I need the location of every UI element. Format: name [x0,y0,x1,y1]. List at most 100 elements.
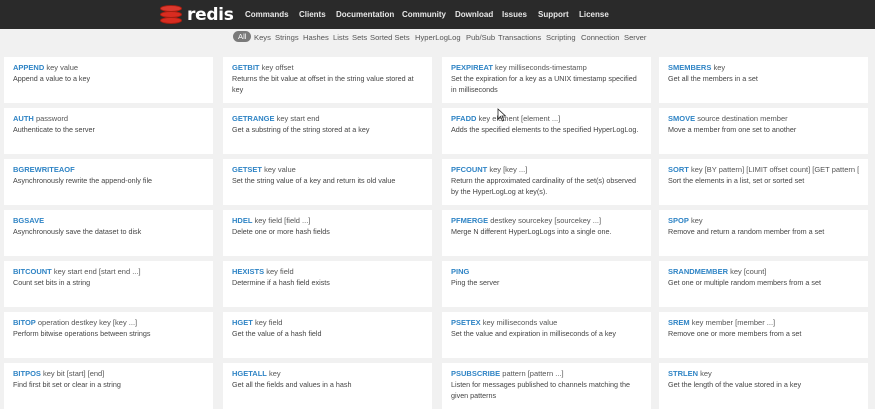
filter-transactions[interactable]: Transactions [498,33,541,42]
command-description: Returns the bit value at offset in the s… [232,74,414,94]
command-card[interactable]: SORT key [BY pattern] [LIMIT offset coun… [659,159,868,205]
command-card[interactable]: BGSAVE Asynchronously save the dataset t… [4,210,213,256]
command-card[interactable]: BITOP operation destkey key [key ...] Per… [4,312,213,358]
filter-hashes[interactable]: Hashes [303,33,329,42]
command-card[interactable]: PFCOUNT key [key ...] Return the approxim… [442,159,651,205]
command-description: Merge N different HyperLogLogs into a si… [451,227,612,236]
command-card[interactable]: PING Ping the server [442,261,651,307]
filter-sets[interactable]: Sets [352,33,367,42]
command-description: Set the expiration for a key as a UNIX t… [451,74,637,94]
nav-license[interactable]: License [579,10,609,19]
command-name[interactable]: PFMERGE [451,216,488,225]
filter-keys[interactable]: Keys [254,33,271,42]
filter-server[interactable]: Server [624,33,646,42]
command-card[interactable]: HGET key field Get the value of a hash fi… [223,312,432,358]
command-args: key [key ...] [489,165,528,174]
command-card[interactable]: GETSET key value Set the string value of … [223,159,432,205]
command-card[interactable]: SPOP key Remove and return a random membe… [659,210,868,256]
command-name[interactable]: HGETALL [232,369,267,378]
command-card[interactable]: STRLEN key Get the length of the value st… [659,363,868,409]
command-name[interactable]: HDEL [232,216,252,225]
command-card[interactable]: SRANDMEMBER key [count] Get one or multip… [659,261,868,307]
filter-hyperloglog[interactable]: HyperLogLog [415,33,461,42]
filter-sorted-sets[interactable]: Sorted Sets [370,33,410,42]
command-args: key milliseconds-timestamp [495,63,587,72]
command-name[interactable]: SMOVE [668,114,695,123]
command-description: Determine if a hash field exists [232,278,330,287]
command-name[interactable]: PFCOUNT [451,165,487,174]
command-name[interactable]: BITPOS [13,369,41,378]
command-name[interactable]: HEXISTS [232,267,264,276]
command-name[interactable]: APPEND [13,63,44,72]
command-card[interactable]: HDEL key field [field ...] Delete one or … [223,210,432,256]
command-signature: BGREWRITEAOF [13,165,204,175]
nav-community[interactable]: Community [402,10,446,19]
command-description: Delete one or more hash fields [232,227,330,236]
command-card[interactable]: BGREWRITEAOF Asynchronously rewrite the … [4,159,213,205]
command-description: Get one or multiple random members from … [668,278,821,287]
command-signature: HGET key field [232,318,423,328]
command-args: key element [element ...] [478,114,561,123]
command-card[interactable]: BITCOUNT key start end [start end ...] Co… [4,261,213,307]
nav-issues[interactable]: Issues [502,10,527,19]
command-description: Get a substring of the string stored at … [232,125,370,134]
nav-documentation[interactable]: Documentation [336,10,394,19]
command-card[interactable]: GETBIT key offset Returns the bit value a… [223,57,432,103]
command-name[interactable]: SPOP [668,216,689,225]
command-name[interactable]: PING [451,267,469,276]
command-name[interactable]: BGSAVE [13,216,44,225]
filter-all[interactable]: All [233,31,252,42]
command-name[interactable]: BITCOUNT [13,267,52,276]
nav-clients[interactable]: Clients [299,10,326,19]
command-description: Set the string value of a key and return… [232,176,396,185]
command-name[interactable]: BGREWRITEAOF [13,165,75,174]
command-args: key offset [261,63,294,72]
command-card[interactable]: GETRANGE key start end Get a substring of… [223,108,432,154]
nav-commands[interactable]: Commands [245,10,289,19]
command-signature: HEXISTS key field [232,267,423,277]
command-name[interactable]: SORT [668,165,689,174]
command-name[interactable]: SREM [668,318,690,327]
command-name[interactable]: AUTH [13,114,34,123]
nav-support[interactable]: Support [538,10,569,19]
filter-pubsub[interactable]: Pub/Sub [466,33,495,42]
command-card[interactable]: BITPOS key bit [start] [end] Find first b… [4,363,213,409]
command-signature: SRANDMEMBER key [count] [668,267,859,277]
command-card[interactable]: PEXPIREAT key milliseconds-timestamp Set … [442,57,651,103]
command-args: key value [264,165,296,174]
command-card[interactable]: PSUBSCRIBE pattern [pattern ...] Listen f… [442,363,651,409]
filter-lists[interactable]: Lists [333,33,349,42]
nav-download[interactable]: Download [455,10,493,19]
command-args: key [713,63,726,72]
command-args: key milliseconds value [482,318,558,327]
command-name[interactable]: BITOP [13,318,36,327]
command-card[interactable]: HGETALL key Get all the fields and values… [223,363,432,409]
command-name[interactable]: GETBIT [232,63,260,72]
command-name[interactable]: PSUBSCRIBE [451,369,500,378]
command-card[interactable]: SREM key member [member ...] Remove one o… [659,312,868,358]
command-name[interactable]: GETRANGE [232,114,275,123]
filter-connection[interactable]: Connection [581,33,619,42]
command-card[interactable]: AUTH password Authenticate to the server [4,108,213,154]
command-signature: SMOVE source destination member [668,114,859,124]
command-card[interactable]: SMEMBERS key Get all the members in a set [659,57,868,103]
command-name[interactable]: PEXPIREAT [451,63,493,72]
command-name[interactable]: PSETEX [451,318,481,327]
command-name[interactable]: HGET [232,318,253,327]
command-card[interactable]: PSETEX key milliseconds value Set the val… [442,312,651,358]
command-name[interactable]: SRANDMEMBER [668,267,728,276]
filter-scripting[interactable]: Scripting [546,33,576,42]
command-card[interactable]: SMOVE source destination member Move a me… [659,108,868,154]
command-name[interactable]: SMEMBERS [668,63,711,72]
command-card[interactable]: PFADD key element [element ...] Adds the … [442,108,651,154]
command-signature: GETBIT key offset [232,63,423,73]
command-description: Append a value to a key [13,74,91,83]
command-name[interactable]: PFADD [451,114,476,123]
command-name[interactable]: GETSET [232,165,262,174]
filter-strings[interactable]: Strings [275,33,299,42]
command-card[interactable]: HEXISTS key field Determine if a hash fie… [223,261,432,307]
redis-logo[interactable]: redis [160,4,234,25]
command-card[interactable]: APPEND key value Append a value to a key [4,57,213,103]
command-name[interactable]: STRLEN [668,369,698,378]
command-card[interactable]: PFMERGE destkey sourcekey [sourcekey ...… [442,210,651,256]
